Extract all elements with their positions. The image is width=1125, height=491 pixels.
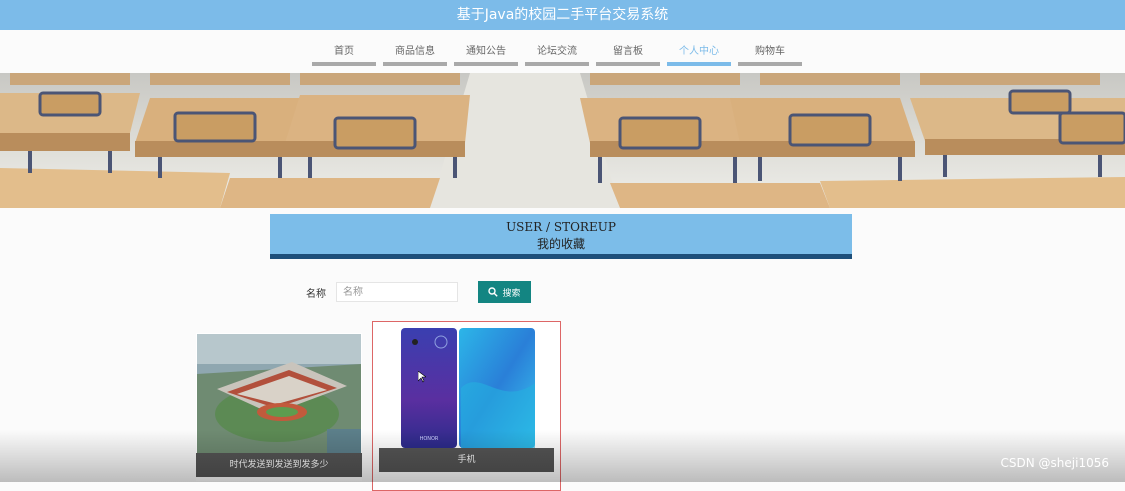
nav-item-messages[interactable]: 留言板 [596,42,660,66]
nav-underline [312,62,376,66]
smartphone-image: HONOR [401,328,535,448]
card-caption: 时代发送到发送到发多少 [196,453,362,477]
search-button-label: 搜索 [502,287,521,298]
nav-item-label: 个人中心 [679,46,719,57]
search-icon [488,287,499,297]
nav-item-label: 论坛交流 [537,46,577,57]
svg-text:HONOR: HONOR [420,436,439,442]
section-header: USER / STOREUP 我的收藏 [270,214,852,259]
nav-item-cart[interactable]: 购物车 [738,42,802,66]
nav-item-label: 商品信息 [395,46,435,57]
campus-building-image [197,334,361,454]
watermark: CSDN @sheji1056 [1000,456,1109,470]
nav-item-products[interactable]: 商品信息 [383,42,447,66]
nav-item-home[interactable]: 首页 [312,42,376,66]
search-button[interactable]: 搜索 [478,281,531,303]
classroom-banner-image [0,73,1125,208]
nav-item-notices[interactable]: 通知公告 [454,42,518,66]
nav-underline [738,62,802,66]
site-title: 基于Java的校园二手平台交易系统 [456,7,669,23]
bottom-shade [0,430,1125,482]
favorite-card[interactable]: HONOR 手机 [372,321,561,491]
nav-item-label: 通知公告 [466,46,506,57]
nav-underline [596,62,660,66]
nav-item-label: 购物车 [755,46,785,57]
section-title-zh: 我的收藏 [536,237,585,251]
nav-item-label: 留言板 [613,46,643,57]
site-title-bar: 基于Java的校园二手平台交易系统 [0,0,1125,30]
card-caption: 手机 [379,448,554,472]
search-label: 名称 [306,288,326,300]
nav-item-forum[interactable]: 论坛交流 [525,42,589,66]
nav-underline [383,62,447,66]
section-title-en: USER / STOREUP [506,220,616,234]
search-bar: 名称 搜索 [306,281,531,303]
nav-item-personal-center[interactable]: 个人中心 [667,42,731,66]
nav-underline [667,62,731,66]
classroom-banner [0,73,1125,208]
mouse-cursor-icon [418,371,426,383]
search-input[interactable] [336,282,458,302]
nav-underline [454,62,518,66]
nav-item-label: 首页 [334,46,354,57]
nav-underline [525,62,589,66]
main-nav: 首页 商品信息 通知公告 论坛交流 留言板 个人中心 购物车 [312,42,802,66]
favorite-card[interactable]: 时代发送到发送到发多少 [196,333,362,481]
